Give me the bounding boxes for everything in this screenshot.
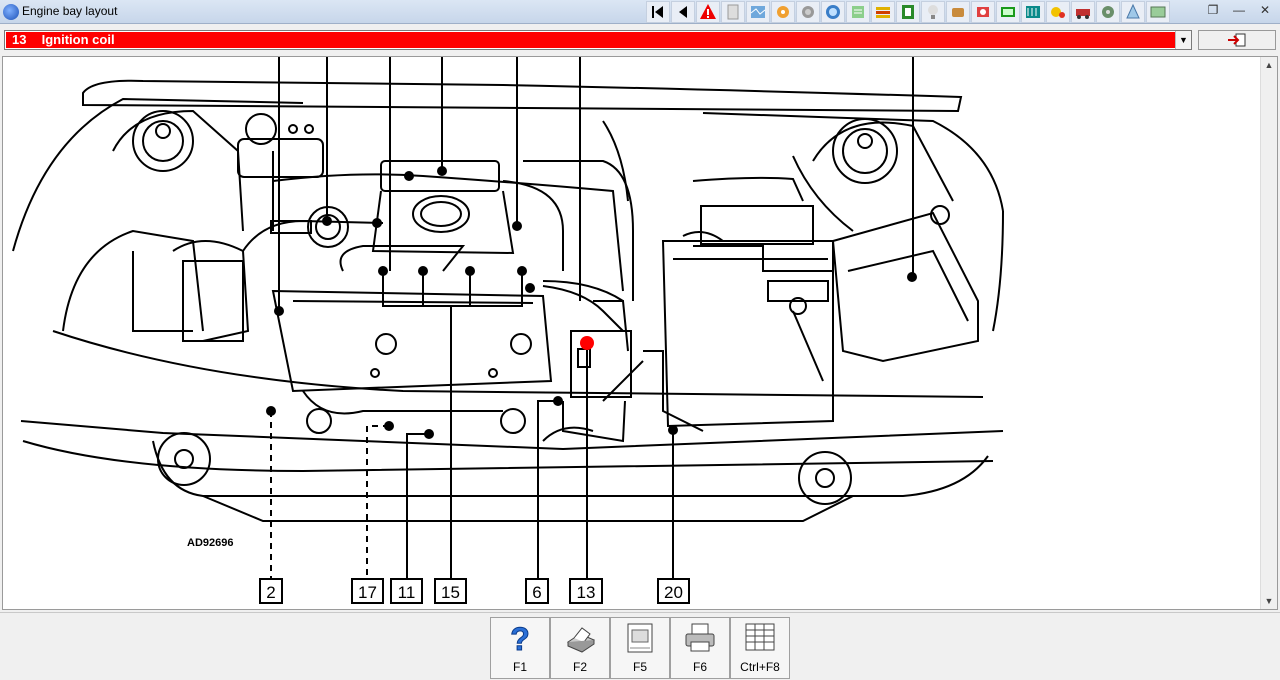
help-icon: ? bbox=[510, 621, 531, 657]
engine-bay-diagram: AD92696 2 17 11 15 6 13 20 bbox=[12, 57, 1004, 604]
notes-icon[interactable] bbox=[1146, 1, 1170, 23]
print-setup-button[interactable]: F2 bbox=[550, 617, 610, 679]
restore-icon[interactable]: ❐ bbox=[1200, 0, 1226, 20]
tool-icon[interactable] bbox=[896, 1, 920, 23]
key-label: F5 bbox=[632, 660, 647, 674]
fuse-icon[interactable] bbox=[871, 1, 895, 23]
selected-component-label: Ignition coil bbox=[41, 32, 115, 47]
callout-label: 6 bbox=[532, 583, 541, 602]
key-label: Ctrl+F8 bbox=[740, 660, 780, 674]
component-selector-row: 13 Ignition coil ▼ bbox=[0, 28, 1280, 54]
callout-label: 17 bbox=[358, 583, 377, 602]
selected-component[interactable]: 13 Ignition coil bbox=[6, 32, 1176, 48]
print-button[interactable]: F6 bbox=[670, 617, 730, 679]
toolbar bbox=[646, 1, 1170, 23]
callout-11[interactable]: 11 bbox=[390, 578, 423, 604]
help-button[interactable]: ? F1 bbox=[490, 617, 550, 679]
diagram-reference: AD92696 bbox=[187, 537, 233, 549]
callout-label: 11 bbox=[398, 583, 416, 602]
window-title: Engine bay layout bbox=[22, 4, 118, 18]
svg-text:?: ? bbox=[510, 621, 530, 656]
callout-label: 15 bbox=[441, 583, 460, 602]
minimize-icon[interactable]: — bbox=[1226, 0, 1252, 20]
engine-bay-drawing bbox=[12, 79, 1004, 522]
table-icon bbox=[745, 623, 775, 651]
callout-15[interactable]: 15 bbox=[434, 578, 467, 604]
money-icon[interactable] bbox=[1121, 1, 1145, 23]
solid-leaders bbox=[278, 57, 914, 579]
function-key-bar: ? F1 F2 F5 F6 Ctrl+F8 bbox=[0, 612, 1280, 680]
exit-button[interactable] bbox=[1198, 30, 1276, 50]
callout-label: 20 bbox=[664, 583, 683, 602]
callout-13[interactable]: 13 bbox=[569, 578, 603, 604]
title-bar: Engine bay layout ❐ — ✕ bbox=[0, 0, 1280, 24]
wrench-icon[interactable] bbox=[771, 1, 795, 23]
spark-icon[interactable] bbox=[1021, 1, 1045, 23]
notepad-button[interactable]: F5 bbox=[610, 617, 670, 679]
callout-label: 2 bbox=[266, 583, 275, 602]
screen-icon[interactable] bbox=[971, 1, 995, 23]
exit-icon bbox=[1228, 33, 1246, 47]
notepad-icon bbox=[627, 623, 653, 653]
callout-2[interactable]: 2 bbox=[259, 578, 283, 604]
warning-icon[interactable] bbox=[696, 1, 720, 23]
gauge-icon[interactable] bbox=[821, 1, 845, 23]
vertical-scrollbar[interactable]: ▲ ▼ bbox=[1260, 57, 1277, 609]
table-button[interactable]: Ctrl+F8 bbox=[730, 617, 790, 679]
key-label: F6 bbox=[692, 660, 707, 674]
scroll-up-icon[interactable]: ▲ bbox=[1261, 57, 1277, 73]
disc-icon[interactable] bbox=[796, 1, 820, 23]
component-dropdown[interactable]: 13 Ignition coil ▼ bbox=[4, 30, 1192, 50]
callout-6[interactable]: 6 bbox=[525, 578, 549, 604]
dropdown-arrow-icon[interactable]: ▼ bbox=[1175, 31, 1191, 49]
key-label: F1 bbox=[512, 660, 527, 674]
scroll-down-icon[interactable]: ▼ bbox=[1261, 593, 1277, 609]
page-icon[interactable] bbox=[721, 1, 745, 23]
window-controls: ❐ — ✕ bbox=[1200, 0, 1278, 20]
lines-icon[interactable] bbox=[846, 1, 870, 23]
close-icon[interactable]: ✕ bbox=[1252, 0, 1278, 20]
gear-icon[interactable] bbox=[1071, 1, 1095, 23]
app-icon bbox=[3, 4, 19, 20]
first-icon[interactable] bbox=[646, 1, 670, 23]
key-label: F2 bbox=[572, 660, 587, 674]
callout-20[interactable]: 20 bbox=[657, 578, 690, 604]
film-icon[interactable] bbox=[996, 1, 1020, 23]
callout-label: 13 bbox=[577, 583, 596, 602]
bulb-icon[interactable] bbox=[921, 1, 945, 23]
jack-icon[interactable] bbox=[1096, 1, 1120, 23]
car-icon[interactable] bbox=[1046, 1, 1070, 23]
map-icon[interactable] bbox=[746, 1, 770, 23]
print-setup-icon bbox=[566, 627, 596, 653]
callout-17[interactable]: 17 bbox=[351, 578, 384, 604]
diagram-viewport: AD92696 2 17 11 15 6 13 20 ▲ ▼ bbox=[2, 56, 1278, 610]
printer-icon bbox=[685, 623, 715, 652]
hand-icon[interactable] bbox=[946, 1, 970, 23]
selected-component-marker[interactable] bbox=[580, 336, 594, 350]
selected-component-number: 13 bbox=[12, 32, 27, 47]
previous-icon[interactable] bbox=[671, 1, 695, 23]
